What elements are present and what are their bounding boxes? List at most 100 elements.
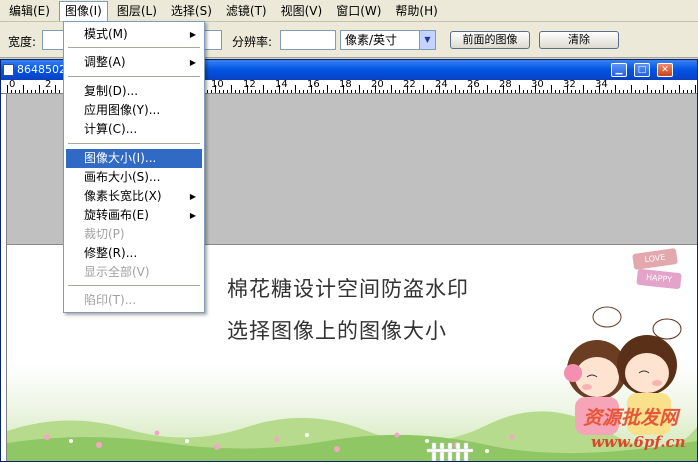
ruler-tick xyxy=(615,85,616,93)
ruler-tick xyxy=(555,90,556,93)
ruler-tick xyxy=(355,90,356,93)
canvas-text-line-1: 棉花糖设计空间防盗水印 xyxy=(227,277,469,301)
ruler-tick xyxy=(259,90,260,93)
ruler-tick xyxy=(675,90,676,93)
resolution-input[interactable] xyxy=(280,30,336,50)
ruler-number: 16 xyxy=(307,80,320,90)
ruler-tick xyxy=(687,90,688,93)
ruler-tick xyxy=(335,90,336,93)
menu-item-adjust[interactable]: 调整(A) ▶ xyxy=(66,53,202,72)
front-image-button[interactable]: 前面的图像 xyxy=(450,31,530,49)
menu-item-reveal-all[interactable]: 显示全部(V) xyxy=(66,263,202,282)
menu-item-calculations[interactable]: 计算(C)... xyxy=(66,120,202,139)
menu-item-mode[interactable]: 模式(M) ▶ xyxy=(66,25,202,44)
ruler-tick xyxy=(683,90,684,93)
clear-button[interactable]: 清除 xyxy=(539,31,619,49)
ruler-number: 32 xyxy=(563,80,576,90)
minimize-icon[interactable]: ▁ xyxy=(611,63,627,77)
ruler-tick xyxy=(239,90,240,93)
menu-item-apply-image[interactable]: 应用图像(Y)... xyxy=(66,101,202,120)
close-icon[interactable]: ✕ xyxy=(657,63,673,77)
ruler-tick xyxy=(399,90,400,93)
menu-separator xyxy=(68,143,200,144)
menu-item-label: 调整(A) xyxy=(84,55,126,69)
ruler-tick xyxy=(587,90,588,93)
menu-select[interactable]: 选择(S) xyxy=(166,1,217,21)
ruler-tick xyxy=(431,90,432,93)
ruler-tick xyxy=(543,90,544,93)
ruler-number: 0 xyxy=(9,80,16,90)
resolution-unit-select[interactable]: 像素/英寸 ▼ xyxy=(340,30,436,50)
menu-help[interactable]: 帮助(H) xyxy=(390,1,442,21)
watermark-url: www.6pf.cn xyxy=(591,433,686,451)
ruler-number: 28 xyxy=(499,80,512,90)
ruler-tick xyxy=(579,90,580,93)
ruler-tick xyxy=(631,85,632,93)
menu-item-pixel-aspect-ratio[interactable]: 像素长宽比(X) ▶ xyxy=(66,187,202,206)
menu-item-rotate-canvas[interactable]: 旋转画布(E) ▶ xyxy=(66,206,202,225)
menu-item-trap[interactable]: 陷印(T)... xyxy=(66,291,202,310)
menu-item-label: 画布大小(S)... xyxy=(84,170,161,184)
ruler-number: 18 xyxy=(339,80,352,90)
ruler-tick xyxy=(391,85,392,93)
menu-separator xyxy=(68,47,200,48)
menu-item-duplicate[interactable]: 复制(D)... xyxy=(66,82,202,101)
ruler-tick xyxy=(499,90,500,93)
ruler-tick xyxy=(571,90,572,93)
ruler-tick xyxy=(547,90,548,93)
ruler-tick xyxy=(7,85,8,93)
ruler-tick xyxy=(451,90,452,93)
ruler-tick xyxy=(231,85,232,93)
menu-item-label: 应用图像(Y)... xyxy=(84,103,161,117)
ruler-tick xyxy=(643,90,644,93)
menu-image[interactable]: 图像(I) xyxy=(58,0,108,21)
menu-item-crop[interactable]: 裁切(P) xyxy=(66,225,202,244)
ruler-tick xyxy=(383,90,384,93)
ruler-tick xyxy=(407,85,408,93)
ruler-tick xyxy=(283,90,284,93)
ruler-tick xyxy=(371,90,372,93)
ruler-number: 26 xyxy=(467,80,480,90)
chevron-down-icon: ▼ xyxy=(419,31,435,49)
menu-item-canvas-size[interactable]: 画布大小(S)... xyxy=(66,168,202,187)
menu-item-trim[interactable]: 修整(R)... xyxy=(66,244,202,263)
ruler-tick xyxy=(659,90,660,93)
ruler-tick xyxy=(379,90,380,93)
ruler-tick xyxy=(55,85,56,93)
ruler-tick xyxy=(655,90,656,93)
ruler-tick xyxy=(339,90,340,93)
ruler-tick xyxy=(31,90,32,93)
ruler-tick xyxy=(331,90,332,93)
ruler-tick xyxy=(443,90,444,93)
menu-window[interactable]: 窗口(W) xyxy=(331,1,386,21)
menu-item-image-size[interactable]: 图像大小(I)... xyxy=(66,149,202,168)
ruler-tick xyxy=(671,90,672,93)
ruler-number: 10 xyxy=(211,80,224,90)
menu-separator xyxy=(68,285,200,286)
menu-bar: 编辑(E) 图像(I) 图层(L) 选择(S) 滤镜(T) 视图(V) 窗口(W… xyxy=(0,0,698,22)
ruler-tick xyxy=(207,90,208,93)
ruler-tick xyxy=(43,90,44,93)
ruler-tick xyxy=(511,90,512,93)
ruler-tick xyxy=(651,90,652,93)
triangle-right-icon: ▶ xyxy=(189,192,196,201)
ruler-tick xyxy=(59,90,60,93)
ruler-tick xyxy=(583,85,584,93)
height-input[interactable] xyxy=(204,30,222,50)
menu-item-label: 显示全部(V) xyxy=(84,265,150,279)
ruler-tick xyxy=(307,90,308,93)
ruler-tick xyxy=(575,90,576,93)
ruler-tick xyxy=(623,90,624,93)
ruler-tick xyxy=(215,85,216,93)
ruler-tick xyxy=(419,90,420,93)
ruler-tick xyxy=(551,85,552,93)
menu-layer[interactable]: 图层(L) xyxy=(112,1,162,21)
ruler-tick xyxy=(647,85,648,93)
menu-item-label: 像素长宽比(X) xyxy=(84,189,162,203)
ruler-tick xyxy=(523,90,524,93)
menu-filter[interactable]: 滤镜(T) xyxy=(221,1,272,21)
menu-view[interactable]: 视图(V) xyxy=(276,1,328,21)
maximize-icon[interactable]: □ xyxy=(634,63,650,77)
ruler-tick xyxy=(411,90,412,93)
menu-edit[interactable]: 编辑(E) xyxy=(4,1,55,21)
